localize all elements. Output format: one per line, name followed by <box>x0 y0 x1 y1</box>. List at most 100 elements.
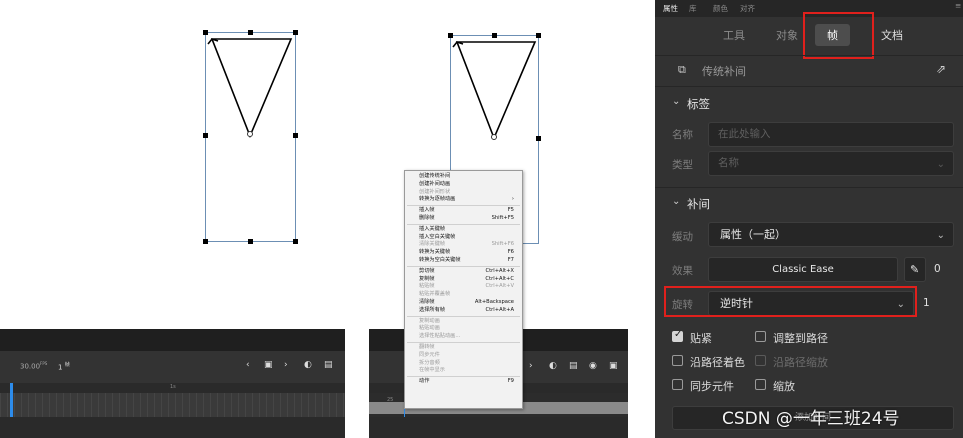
chevron-down-icon: ⌄ <box>936 230 945 241</box>
ease-effect-button[interactable]: Classic Ease <box>708 257 898 282</box>
context-menu-item-label: 转换为逐帧动画 <box>419 196 456 203</box>
onion-skin-icon[interactable]: ◐ <box>304 360 312 370</box>
edit-multiple-frames-icon[interactable]: ▤ <box>569 361 578 371</box>
menu-separator <box>407 341 520 343</box>
orient-to-path-label: 调整到路径 <box>773 332 828 345</box>
tween-type-icon: ⧉ <box>678 63 686 76</box>
triangle-shape[interactable] <box>450 35 540 143</box>
context-menu-item[interactable]: 转换为空白关键帧 F7 <box>405 257 522 265</box>
label-section-header[interactable]: 标签 <box>687 96 710 112</box>
context-menu-item-label: 剪切帧 <box>419 267 435 274</box>
context-menu-item[interactable]: 插入帧 F5 <box>405 207 522 215</box>
context-menu-item: 翻转帧 <box>405 344 522 352</box>
tab-library[interactable]: 库 <box>689 3 697 14</box>
scale-along-path-label: 沿路径缩放 <box>773 356 828 369</box>
frame-ruler: 1s 5 <box>0 383 345 403</box>
sync-symbol-label: 同步元件 <box>690 380 734 393</box>
label-type-dropdown[interactable]: 名称 ⌄ <box>708 151 954 176</box>
context-menu-item[interactable]: 选择所有帧 Ctrl+Alt+A <box>405 307 522 315</box>
camera-icon[interactable]: ▣ <box>609 361 618 371</box>
context-menu-item[interactable]: 插入关键帧 <box>405 226 522 234</box>
frame-rate[interactable]: 30.00FPS <box>20 361 47 370</box>
tab-object[interactable]: 对象 <box>776 27 798 43</box>
chevron-down-icon[interactable]: ⌄ <box>672 96 680 107</box>
context-menu-item-label: 粘贴并覆盖帧 <box>419 291 451 298</box>
context-menu-item[interactable]: 清除帧 Alt+Backspace <box>405 299 522 307</box>
context-menu-shortcut: F7 <box>507 256 514 263</box>
sync-symbol-checkbox[interactable] <box>672 379 683 390</box>
open-external-icon[interactable]: ⇗ <box>936 62 946 76</box>
loop-icon[interactable]: ◉ <box>589 361 597 371</box>
context-menu-item[interactable]: 转换为逐帧动画 › <box>405 196 522 204</box>
transform-pivot-point[interactable] <box>247 131 253 137</box>
context-menu-item[interactable]: 删除帧 Shift+F5 <box>405 215 522 223</box>
context-menu-item[interactable]: 剪切帧 Ctrl+Alt+X <box>405 268 522 276</box>
edit-ease-button[interactable]: ✎ <box>904 257 926 282</box>
context-menu-item-label: 创建传统补间 <box>419 173 451 179</box>
context-menu-item-label: 插入关键帧 <box>419 225 445 232</box>
timeline-panel-left: 30.00FPS 1 帧 ‹ ▣ › ◐ ▤ 1s 5 <box>0 329 345 438</box>
context-menu-shortcut: F5 <box>507 207 514 214</box>
context-menu-shortcut: Shift+F5 <box>491 214 514 221</box>
menu-separator <box>407 265 520 267</box>
tab-document[interactable]: 文档 <box>881 27 903 43</box>
label-type-value: 名称 <box>718 157 739 169</box>
next-frame-icon[interactable]: › <box>529 361 533 371</box>
ease-effect-value: Classic Ease <box>772 264 834 275</box>
orient-to-path-checkbox[interactable] <box>755 331 766 342</box>
current-frame[interactable]: 1 帧 <box>58 361 70 371</box>
layer-track[interactable] <box>0 393 345 417</box>
resize-handle[interactable] <box>248 239 253 244</box>
triangle-shape[interactable] <box>205 32 297 142</box>
snap-label: 贴紧 <box>690 332 712 345</box>
context-menu-item[interactable]: 创建补间动画 <box>405 181 522 189</box>
context-menu-item-label: 在帧中显示 <box>419 367 445 374</box>
context-menu-item-label: 粘贴帧 <box>419 283 435 290</box>
context-menu-item[interactable]: 转换为关键帧 F6 <box>405 249 522 257</box>
ease-dropdown[interactable]: 属性（一起） ⌄ <box>708 222 954 247</box>
rotate-count[interactable]: 1 <box>923 297 930 309</box>
transform-pivot-point[interactable] <box>491 134 497 140</box>
context-menu-item[interactable]: 动作 F9 <box>405 378 522 386</box>
context-menu-shortcut: Ctrl+Alt+A <box>485 306 515 313</box>
panel-menu-icon[interactable]: ≡ <box>955 1 961 10</box>
edit-multiple-frames-icon[interactable]: ▤ <box>324 360 333 370</box>
ease-label: 缓动 <box>672 231 693 243</box>
context-menu-item-label: 翻转帧 <box>419 343 435 350</box>
context-menu-item-label: 选择性粘贴动画... <box>419 333 461 340</box>
onion-skin-icon[interactable]: ◐ <box>549 361 557 371</box>
tab-color[interactable]: 颜色 <box>713 3 728 14</box>
context-menu-item-label: 创建补间形状 <box>419 188 451 195</box>
insert-keyframe-icon[interactable]: ▣ <box>264 360 273 370</box>
context-menu-item: 粘贴帧 Ctrl+Alt+V <box>405 283 522 291</box>
tween-section-header[interactable]: 补间 <box>687 196 710 212</box>
context-menu-item: 选择性粘贴动画... <box>405 333 522 341</box>
playhead[interactable] <box>10 383 13 417</box>
context-menu-shortcut: Alt+Backspace <box>474 298 514 305</box>
next-frame-icon[interactable]: › <box>284 360 288 370</box>
tab-tools[interactable]: 工具 <box>723 27 745 43</box>
tab-properties[interactable]: 属性 <box>663 3 678 14</box>
name-label: 名称 <box>672 129 693 141</box>
context-menu-item: 清除关键帧 Shift+F6 <box>405 241 522 249</box>
context-menu-item[interactable]: 创建传统补间 <box>405 173 522 181</box>
context-menu-item-label: 插入帧 <box>419 207 435 214</box>
menu-separator <box>407 315 520 317</box>
context-menu-shortcut: › <box>511 196 514 203</box>
context-menu-item-label: 清除帧 <box>419 298 435 305</box>
tab-align[interactable]: 对齐 <box>740 3 755 14</box>
ease-amount[interactable]: 0 <box>934 263 941 275</box>
scale-checkbox[interactable] <box>755 379 766 390</box>
color-along-path-checkbox[interactable] <box>672 355 683 366</box>
ease-value: 属性（一起） <box>720 228 786 241</box>
prev-frame-icon[interactable]: ‹ <box>246 360 250 370</box>
resize-handle[interactable] <box>203 239 208 244</box>
context-menu-item-label: 拆分音频 <box>419 359 440 366</box>
label-name-input[interactable]: 在此处输入 <box>708 122 954 147</box>
tween-type-label: 传统补间 <box>702 65 746 78</box>
resize-handle[interactable] <box>293 239 298 244</box>
context-menu-item-label: 创建补间动画 <box>419 180 451 187</box>
context-menu-item-label: 选择所有帧 <box>419 306 445 313</box>
divider <box>655 86 963 87</box>
chevron-down-icon[interactable]: ⌄ <box>672 196 680 207</box>
